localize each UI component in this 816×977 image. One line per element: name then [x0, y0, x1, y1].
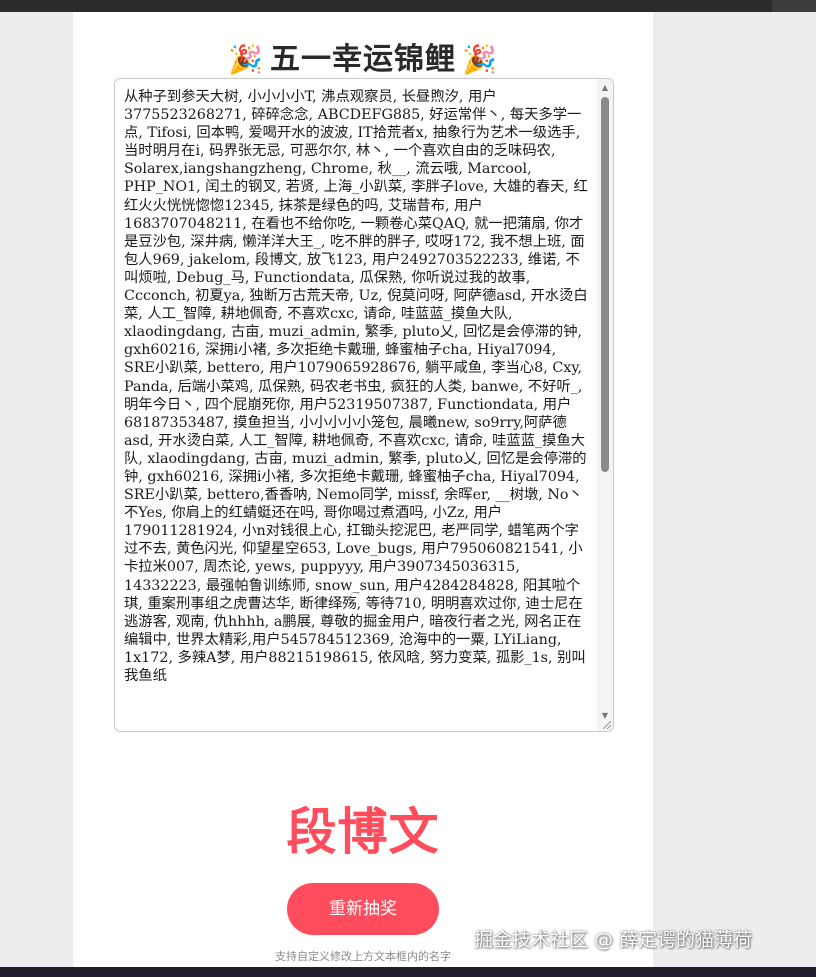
watermark: 掘金技术社区 @ 薛定谔的猫薄荷 — [474, 929, 753, 951]
browser-top-bar-accent — [772, 0, 816, 12]
lottery-card: 🎉 五一幸运锦鲤 🎉 从种子到参天大树, 小小小小T, 沸点观察员, 长昼煦汐, 用… — [73, 12, 653, 977]
page-title-text: 五一幸运锦鲤 — [270, 42, 456, 77]
textarea-scrollbar[interactable]: ▲ ▼ — [597, 79, 613, 731]
page-title: 🎉 五一幸运锦鲤 🎉 — [73, 34, 653, 78]
browser-top-bar — [0, 0, 816, 12]
party-popper-icon: 🎉 — [462, 43, 498, 76]
scrollbar-thumb[interactable] — [601, 97, 609, 472]
party-popper-icon: 🎉 — [228, 43, 264, 76]
taskbar-strip — [0, 967, 816, 977]
names-textarea-content[interactable]: 从种子到参天大树, 小小小小T, 沸点观察员, 长昼煦汐, 用户37755232… — [115, 79, 591, 731]
scroll-up-arrow-icon[interactable]: ▲ — [597, 81, 613, 95]
names-textarea[interactable]: 从种子到参天大树, 小小小小T, 沸点观察员, 长昼煦汐, 用户37755232… — [114, 78, 614, 732]
winner-name: 段博文 — [286, 803, 440, 861]
redraw-button[interactable]: 重新抽奖 — [287, 883, 439, 935]
resize-grip-icon[interactable] — [603, 721, 611, 729]
